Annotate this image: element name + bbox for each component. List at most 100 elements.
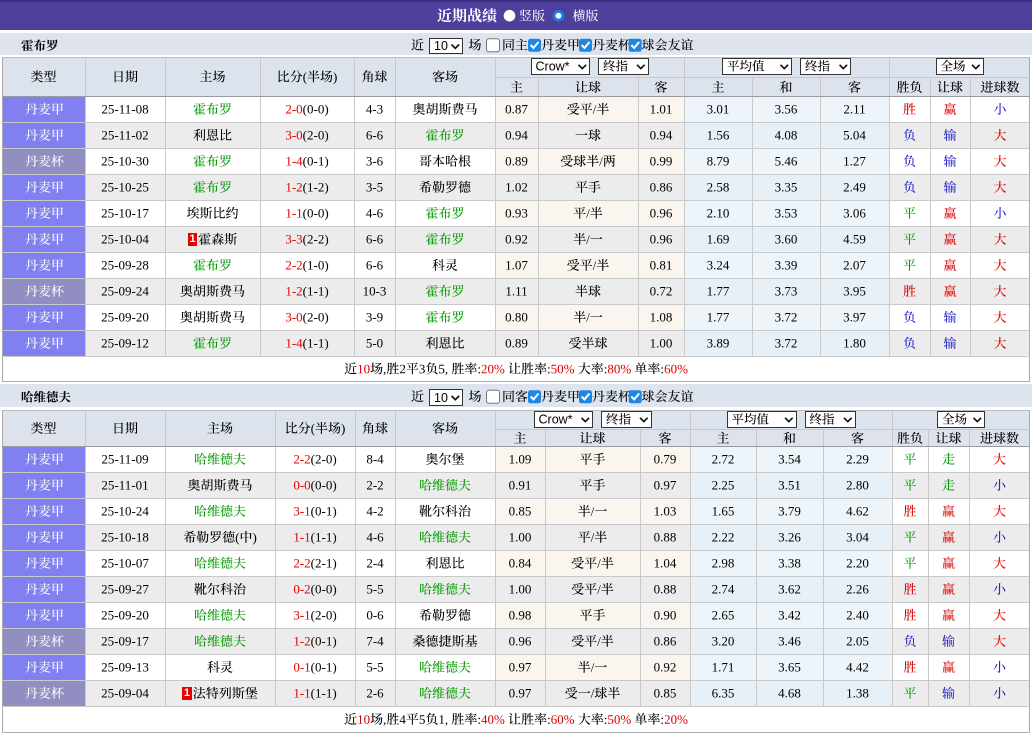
svg-text:0.92: 0.92 (654, 659, 677, 674)
svg-text:10-3: 10-3 (363, 283, 387, 298)
svg-text:4.68: 4.68 (778, 685, 801, 700)
svg-text:1.77: 1.77 (707, 283, 730, 298)
svg-text:8-4: 8-4 (366, 451, 384, 466)
svg-text:10: 10 (434, 391, 448, 405)
svg-text:0.84: 0.84 (509, 555, 532, 570)
svg-text:25-09-17: 25-09-17 (101, 633, 149, 648)
svg-text:2.80: 2.80 (846, 477, 869, 492)
svg-text:2.11: 2.11 (843, 101, 865, 116)
svg-text:0.97: 0.97 (509, 685, 532, 700)
svg-text:1.77: 1.77 (707, 309, 730, 324)
svg-text:3.89: 3.89 (707, 335, 730, 350)
svg-text:8.79: 8.79 (707, 153, 730, 168)
svg-text:25-10-24: 25-10-24 (101, 503, 149, 518)
svg-text:3-1(0-1): 3-1(0-1) (293, 503, 336, 518)
svg-text:2.29: 2.29 (846, 451, 869, 466)
svg-text:1.80: 1.80 (843, 335, 866, 350)
svg-text:5-5: 5-5 (366, 581, 383, 596)
svg-text:2.74: 2.74 (712, 581, 735, 596)
svg-text:4.08: 4.08 (775, 127, 798, 142)
svg-text:6.35: 6.35 (712, 685, 735, 700)
svg-text:1.02: 1.02 (505, 179, 528, 194)
svg-text:0.94: 0.94 (650, 127, 673, 142)
svg-text:2.07: 2.07 (843, 257, 866, 272)
svg-text:1.04: 1.04 (654, 555, 677, 570)
svg-text:1.08: 1.08 (650, 309, 673, 324)
svg-text:6-6: 6-6 (366, 231, 384, 246)
svg-text:0.99: 0.99 (650, 153, 673, 168)
svg-text:25-09-20: 25-09-20 (101, 309, 149, 324)
svg-text:5.46: 5.46 (775, 153, 798, 168)
svg-text:1.07: 1.07 (505, 257, 528, 272)
svg-text:1-2(1-2): 1-2(1-2) (285, 179, 328, 194)
svg-text:25-09-27: 25-09-27 (101, 581, 149, 596)
svg-text:2.26: 2.26 (846, 581, 869, 596)
svg-text:0.85: 0.85 (509, 503, 532, 518)
svg-text:2-2(2-0): 2-2(2-0) (293, 451, 336, 466)
svg-text:2.40: 2.40 (846, 607, 869, 622)
svg-text:1-2(0-1): 1-2(0-1) (293, 633, 336, 648)
svg-text:2.10: 2.10 (707, 205, 730, 220)
svg-text:3-5: 3-5 (366, 179, 383, 194)
svg-text:3-9: 3-9 (366, 309, 383, 324)
svg-text:3.01: 3.01 (707, 101, 730, 116)
svg-text:3.56: 3.56 (775, 101, 798, 116)
svg-text:1-4(0-1): 1-4(0-1) (285, 153, 328, 168)
svg-text:3.95: 3.95 (843, 283, 866, 298)
svg-text:2-2(2-1): 2-2(2-1) (293, 555, 336, 570)
svg-text:3.51: 3.51 (778, 477, 801, 492)
svg-text:1.00: 1.00 (509, 581, 532, 596)
svg-text:5-0: 5-0 (366, 335, 383, 350)
svg-text:3.54: 3.54 (778, 451, 801, 466)
svg-text:0.86: 0.86 (650, 179, 673, 194)
svg-text:3.53: 3.53 (775, 205, 798, 220)
svg-text:3-1(2-0): 3-1(2-0) (293, 607, 336, 622)
svg-text:3.73: 3.73 (775, 283, 798, 298)
svg-text:1.09: 1.09 (509, 451, 532, 466)
svg-text:1-4(1-1): 1-4(1-1) (285, 335, 328, 350)
svg-text:3.35: 3.35 (775, 179, 798, 194)
svg-text:1.71: 1.71 (712, 659, 735, 674)
svg-text:25-10-17: 25-10-17 (101, 205, 149, 220)
svg-text:2-4: 2-4 (366, 555, 384, 570)
svg-text:0.97: 0.97 (509, 659, 532, 674)
svg-text:4.42: 4.42 (846, 659, 869, 674)
svg-text:0.72: 0.72 (650, 283, 673, 298)
svg-text:Crow*: Crow* (539, 413, 573, 427)
svg-text:3.65: 3.65 (778, 659, 801, 674)
svg-text:6-6: 6-6 (366, 127, 384, 142)
svg-text:1.00: 1.00 (650, 335, 673, 350)
svg-text:2-6: 2-6 (366, 685, 384, 700)
svg-text:2-2(1-0): 2-2(1-0) (285, 257, 328, 272)
svg-text:25-11-09: 25-11-09 (101, 451, 148, 466)
svg-text:0.87: 0.87 (505, 101, 528, 116)
svg-text:4-2: 4-2 (366, 503, 383, 518)
svg-text:3.72: 3.72 (775, 335, 798, 350)
svg-text:3.79: 3.79 (778, 503, 801, 518)
svg-text:7-4: 7-4 (366, 633, 384, 648)
svg-text:2-2: 2-2 (366, 477, 383, 492)
svg-text:3.46: 3.46 (778, 633, 801, 648)
svg-text:0.96: 0.96 (509, 633, 532, 648)
svg-text:1.65: 1.65 (712, 503, 735, 518)
svg-text:1.38: 1.38 (846, 685, 869, 700)
svg-text:0.96: 0.96 (650, 205, 673, 220)
svg-text:2.05: 2.05 (846, 633, 869, 648)
svg-text:1-1(0-0): 1-1(0-0) (285, 205, 328, 220)
svg-text:0-2(0-0): 0-2(0-0) (293, 581, 336, 596)
svg-text:2-0(0-0): 2-0(0-0) (285, 101, 328, 116)
svg-text:1.03: 1.03 (654, 503, 677, 518)
svg-text:25-09-12: 25-09-12 (101, 335, 149, 350)
svg-text:2.20: 2.20 (846, 555, 869, 570)
svg-text:0.94: 0.94 (505, 127, 528, 142)
svg-text:3.72: 3.72 (775, 309, 798, 324)
svg-text:3.38: 3.38 (778, 555, 801, 570)
svg-text:0.80: 0.80 (505, 309, 528, 324)
svg-text:3-0(2-0): 3-0(2-0) (285, 127, 328, 142)
svg-text:2.22: 2.22 (712, 529, 735, 544)
svg-text:3.62: 3.62 (778, 581, 801, 596)
svg-text:5.04: 5.04 (843, 127, 866, 142)
svg-text:0.96: 0.96 (650, 231, 673, 246)
svg-text:3-0(2-0): 3-0(2-0) (285, 309, 328, 324)
svg-text:0.86: 0.86 (654, 633, 677, 648)
